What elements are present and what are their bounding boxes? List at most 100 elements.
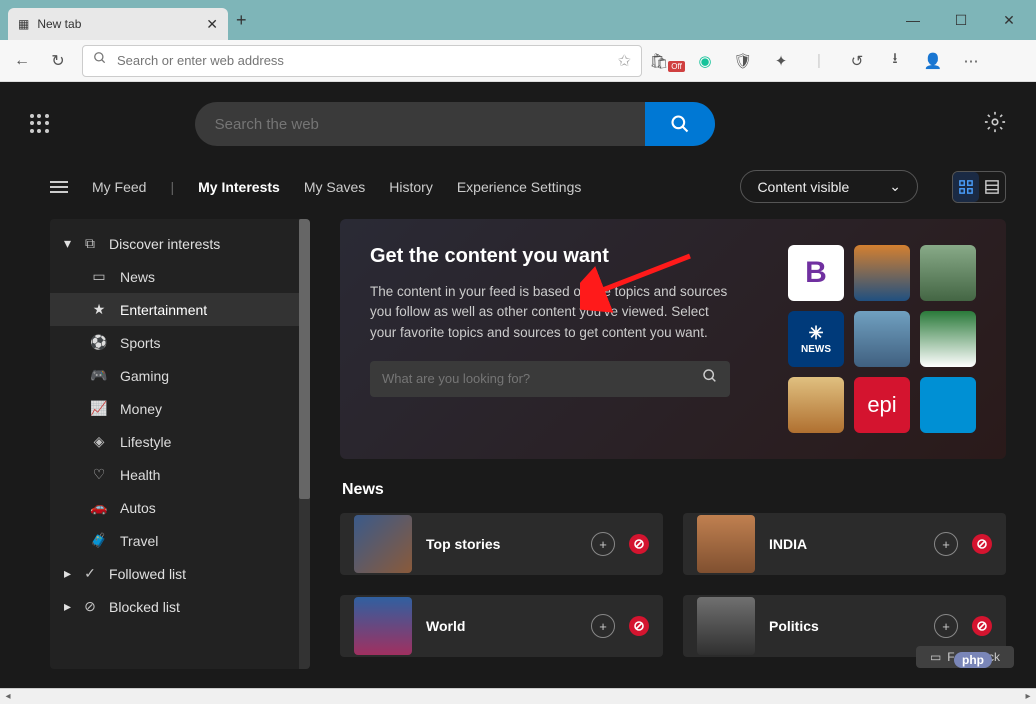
health-icon: ♡ <box>90 466 108 483</box>
sidebar-item-sports[interactable]: ⚽Sports <box>50 326 310 359</box>
browser-titlebar: ▦ New tab ✕ + — ☐ ✕ <box>0 0 1036 40</box>
hero-body: The content in your feed is based on the… <box>370 282 730 343</box>
tile-source[interactable]: epi <box>854 377 910 433</box>
list-view-button[interactable] <box>979 172 1005 202</box>
search-icon[interactable] <box>702 368 718 389</box>
add-button[interactable]: + <box>934 614 958 638</box>
discover-icon: ⧉ <box>81 235 99 252</box>
tab-my-saves[interactable]: My Saves <box>304 179 365 195</box>
sidebar-item-gaming[interactable]: 🎮Gaming <box>50 359 310 392</box>
extension-shield-icon[interactable]: 🛡 <box>730 48 756 74</box>
back-button[interactable]: ← <box>10 49 34 73</box>
sidebar-blocked-list[interactable]: ▸ ⊘ Blocked list <box>50 590 310 623</box>
address-input[interactable] <box>117 53 608 68</box>
divider: | <box>170 179 174 195</box>
add-button[interactable]: + <box>591 614 615 638</box>
window-controls: — ☐ ✕ <box>904 12 1028 29</box>
php-badge: php <box>954 652 992 668</box>
settings-icon[interactable] <box>984 111 1006 138</box>
tile-source[interactable] <box>854 245 910 301</box>
horizontal-scrollbar[interactable]: ◂ ▸ <box>0 688 1036 703</box>
browser-tab[interactable]: ▦ New tab ✕ <box>8 8 228 40</box>
feed: Get the content you want The content in … <box>340 219 1006 669</box>
hero-tiles: B ✳NEWS epi <box>788 245 976 433</box>
page-content: My Feed | My Interests My Saves History … <box>0 82 1036 688</box>
hero-banner: Get the content you want The content in … <box>340 219 1006 459</box>
profile-icon[interactable]: 👤 <box>920 48 946 74</box>
downloads-icon[interactable]: ⭳ <box>882 48 908 74</box>
sidebar-item-money[interactable]: 📈Money <box>50 392 310 425</box>
chevron-down-icon: ⌄ <box>889 178 901 195</box>
hero-search[interactable] <box>370 361 730 397</box>
block-button[interactable] <box>629 534 649 554</box>
tile-source[interactable] <box>920 311 976 367</box>
card-world[interactable]: World + <box>340 595 663 657</box>
sports-icon: ⚽ <box>90 334 108 351</box>
address-bar[interactable]: ✩ <box>82 45 642 77</box>
money-icon: 📈 <box>90 400 108 417</box>
view-toggle <box>952 171 1006 203</box>
tile-source[interactable]: B <box>788 245 844 301</box>
sidebar-followed-list[interactable]: ▸ ✓ Followed list <box>50 557 310 590</box>
sidebar-item-news[interactable]: ▭News <box>50 260 310 293</box>
add-button[interactable]: + <box>934 532 958 556</box>
block-button[interactable] <box>972 616 992 636</box>
tile-source[interactable]: ✳NEWS <box>788 311 844 367</box>
refresh-button[interactable]: ↻ <box>46 49 70 73</box>
tile-source[interactable] <box>788 377 844 433</box>
hero-search-input[interactable] <box>382 371 702 386</box>
nav-tabs: My Feed | My Interests My Saves History … <box>0 160 1036 219</box>
hamburger-icon[interactable] <box>50 181 68 193</box>
travel-icon: 🧳 <box>90 532 108 549</box>
check-circle-icon: ✓ <box>81 565 99 582</box>
extension-shopping-icon[interactable]: 🛍Off <box>654 48 680 74</box>
dropdown-label: Content visible <box>757 179 849 195</box>
divider: | <box>806 48 832 74</box>
favorite-icon[interactable]: ✩ <box>618 51 631 71</box>
card-india[interactable]: INDIA + <box>683 513 1006 575</box>
tab-experience-settings[interactable]: Experience Settings <box>457 179 582 195</box>
search-box[interactable] <box>195 102 715 146</box>
sidebar-item-health[interactable]: ♡Health <box>50 458 310 491</box>
tile-source[interactable] <box>920 245 976 301</box>
tab-title: New tab <box>37 17 81 31</box>
search-button[interactable] <box>645 102 715 146</box>
add-button[interactable]: + <box>591 532 615 556</box>
block-button[interactable] <box>629 616 649 636</box>
extension-grammarly-icon[interactable]: ◉ <box>692 48 718 74</box>
scroll-left-button[interactable]: ◂ <box>0 689 16 704</box>
menu-icon[interactable]: ⋯ <box>958 48 984 74</box>
sidebar-item-entertainment[interactable]: ★Entertainment <box>50 293 310 326</box>
tile-source[interactable] <box>854 311 910 367</box>
history-icon[interactable]: ↺ <box>844 48 870 74</box>
sidebar-item-autos[interactable]: 🚗Autos <box>50 491 310 524</box>
sidebar-item-travel[interactable]: 🧳Travel <box>50 524 310 557</box>
close-tab-button[interactable]: ✕ <box>206 16 218 33</box>
apps-launcher-icon[interactable] <box>30 114 50 134</box>
grid-view-button[interactable] <box>953 172 979 202</box>
tile-source[interactable] <box>920 377 976 433</box>
tab-my-interests[interactable]: My Interests <box>198 179 280 195</box>
maximize-button[interactable]: ☐ <box>952 12 970 29</box>
scroll-right-button[interactable]: ▸ <box>1020 689 1036 704</box>
card-thumbnail <box>697 597 755 655</box>
search-input[interactable] <box>215 116 645 133</box>
browser-toolbar: ← ↻ ✩ 🛍Off ◉ 🛡 ✦ | ↺ ⭳ 👤 ⋯ <box>0 40 1036 82</box>
autos-icon: 🚗 <box>90 499 108 516</box>
card-top-stories[interactable]: Top stories + <box>340 513 663 575</box>
minimize-button[interactable]: — <box>904 12 922 29</box>
tab-my-feed[interactable]: My Feed <box>92 179 146 195</box>
sidebar-scrollbar[interactable] <box>299 219 310 669</box>
close-window-button[interactable]: ✕ <box>1000 12 1018 29</box>
content-visible-dropdown[interactable]: Content visible ⌄ <box>740 170 918 203</box>
card-thumbnail <box>697 515 755 573</box>
tab-history[interactable]: History <box>389 179 433 195</box>
sidebar-discover-interests[interactable]: ▾ ⧉ Discover interests <box>50 227 310 260</box>
extensions-icon[interactable]: ✦ <box>768 48 794 74</box>
block-circle-icon: ⊘ <box>81 598 99 615</box>
new-tab-button[interactable]: + <box>236 10 247 31</box>
sidebar-item-lifestyle[interactable]: ◈Lifestyle <box>50 425 310 458</box>
feedback-icon: ▭ <box>930 650 941 664</box>
block-button[interactable] <box>972 534 992 554</box>
collapse-icon: ▾ <box>64 235 71 252</box>
